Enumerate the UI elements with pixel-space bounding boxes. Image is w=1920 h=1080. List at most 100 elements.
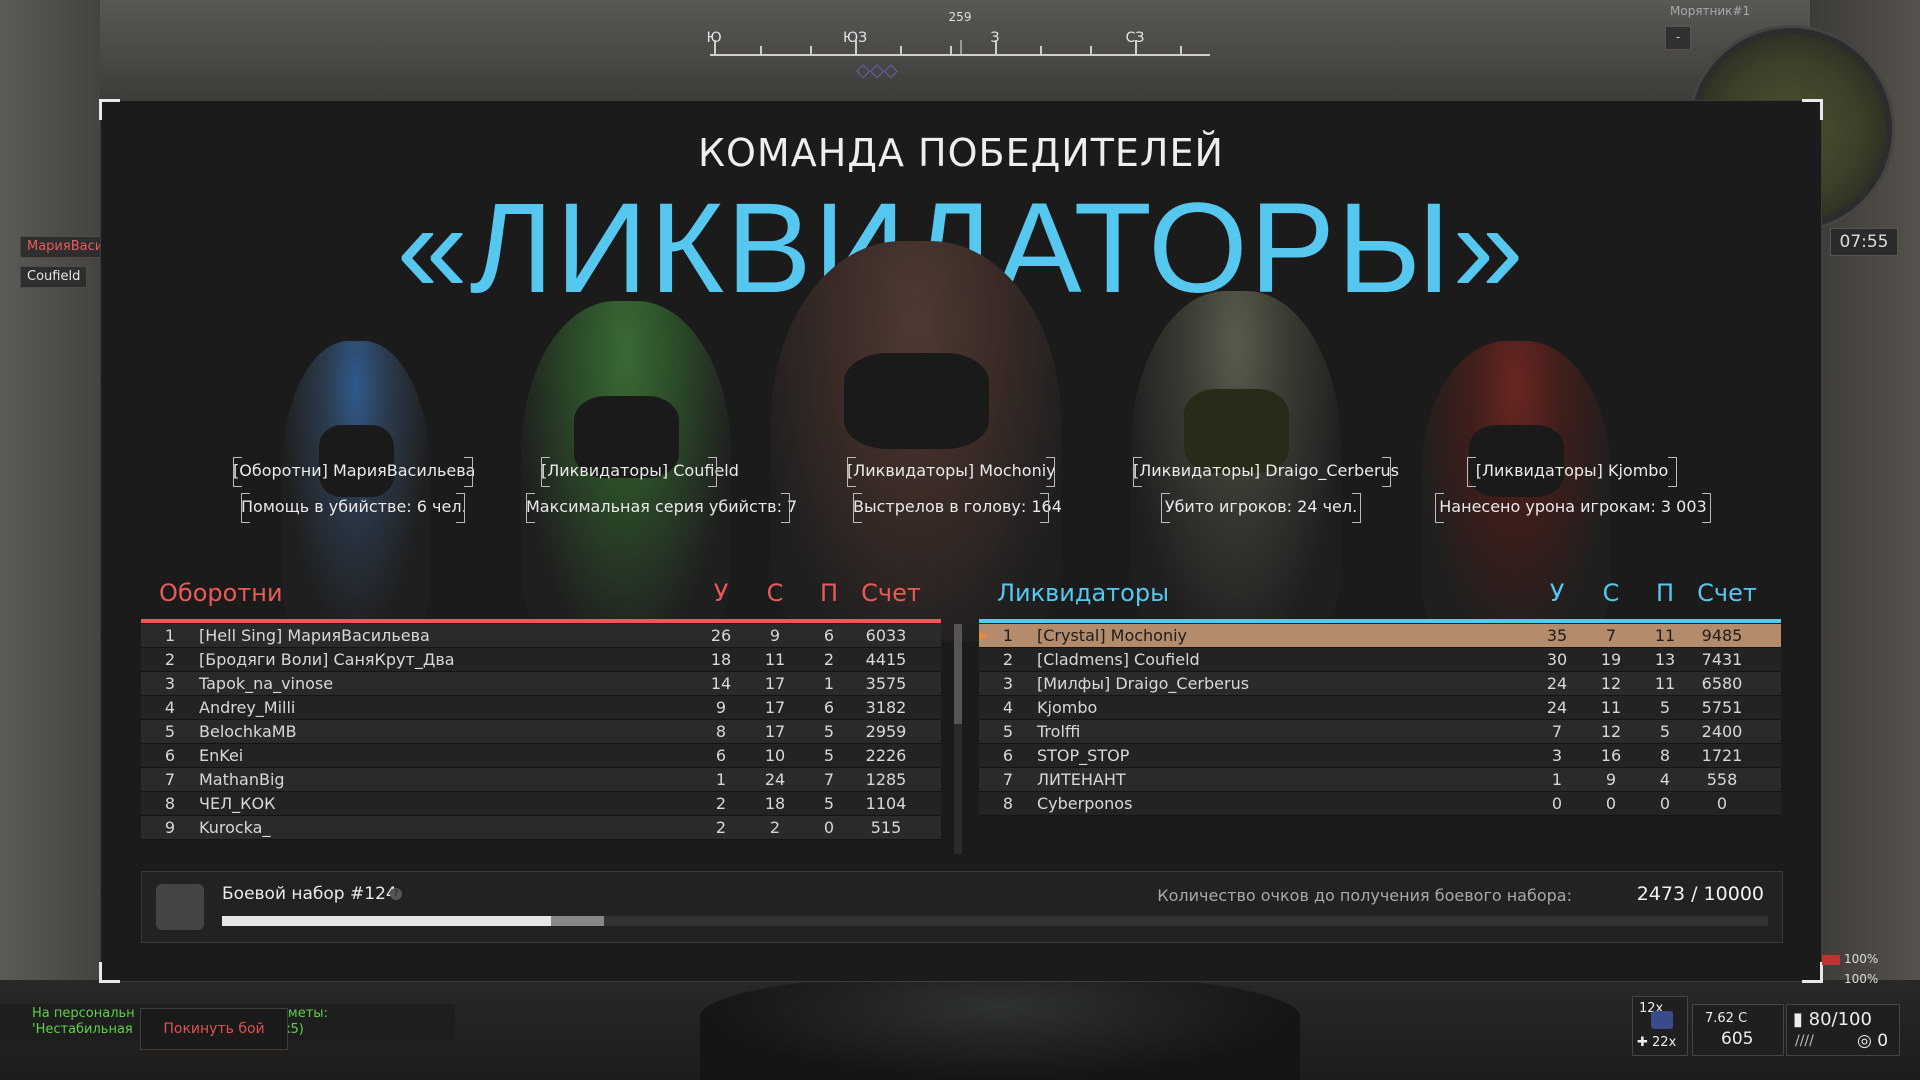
row-kills: 30 <box>1546 650 1568 669</box>
row-deaths: 17 <box>764 722 786 741</box>
table-row[interactable]: 4 Andrey_Milli 9 17 6 3182 <box>141 696 941 720</box>
table-row[interactable]: 3 [Милфы] Draigo_Cerberus 24 12 11 6580 <box>979 672 1781 696</box>
panel-corner <box>99 99 120 120</box>
col-header-deaths: С <box>766 579 784 607</box>
compass-heading-marker <box>960 40 962 54</box>
col-header-assists: П <box>819 579 839 607</box>
row-player-name: Cyberponos <box>1037 794 1133 813</box>
ammo-panel: 7.62 C 605 <box>1692 1004 1784 1056</box>
ammo-caliber: 7.62 C <box>1705 1011 1748 1026</box>
leave-battle-button[interactable]: Покинуть бой <box>140 1008 288 1050</box>
row-deaths: 17 <box>764 698 786 717</box>
team-left-table: 1 [Hell Sing] МарияВасильева 26 9 6 6033 2 [Бро… <box>141 624 941 840</box>
row-assists: 2 <box>823 650 835 669</box>
team-left-bar <box>141 619 941 623</box>
row-kills: 1 <box>715 770 727 789</box>
mvp-name: [Ликвидаторы] Draigo_Cerberus <box>1133 457 1399 487</box>
row-assists: 6 <box>823 626 835 645</box>
row-player-name: EnKei <box>199 746 244 765</box>
table-row[interactable]: 5 Trolffi 7 12 5 2400 <box>979 720 1781 744</box>
extra-value: 0 <box>1877 1031 1889 1051</box>
table-row[interactable]: 1 [Hell Sing] МарияВасильева 26 9 6 6033 <box>141 624 941 648</box>
player-status-panel: ▮ 80/100 //// ◎ 0 <box>1786 1004 1900 1056</box>
table-row[interactable]: 8 ЧЕЛ_КОК 2 18 5 1104 <box>141 792 941 816</box>
health-indicator: 100% <box>1822 972 1878 986</box>
extra-counter: ◎ 0 <box>1857 1031 1889 1051</box>
panel-corner <box>1802 99 1823 120</box>
player-tag-ally: Coufield <box>20 266 88 288</box>
medkit-count-value: 22x <box>1652 1035 1677 1050</box>
row-rank: 1 <box>1002 626 1014 645</box>
row-deaths: 7 <box>1605 626 1617 645</box>
row-kills: 2 <box>715 794 727 813</box>
compass-heading: 259 <box>948 10 972 24</box>
row-player-name: [Crystal] Mochoniy <box>1037 626 1188 645</box>
row-rank: 3 <box>164 674 176 693</box>
row-score: 3182 <box>865 698 907 717</box>
row-deaths: 19 <box>1600 650 1622 669</box>
row-deaths: 12 <box>1600 674 1622 693</box>
row-player-name: MathanBig <box>199 770 285 789</box>
table-row[interactable]: 2 [Бродяги Воли] СаняКрут_Два 18 11 2 4415 <box>141 648 941 672</box>
row-kills: 9 <box>715 698 727 717</box>
minimap-zoom-button[interactable]: - <box>1665 26 1691 50</box>
row-kills: 24 <box>1546 674 1568 693</box>
compass-tick <box>900 46 902 55</box>
table-row[interactable]: 2 [Cladmens] Coufield 30 19 13 7431 <box>979 648 1781 672</box>
row-rank: 8 <box>1002 794 1014 813</box>
row-rank: 7 <box>164 770 176 789</box>
table-row[interactable]: 6 STOP_STOP 3 16 8 1721 <box>979 744 1781 768</box>
player-tag-enemy: МарияВаси <box>20 236 111 258</box>
row-player-name: STOP_STOP <box>1037 746 1130 765</box>
row-deaths: 0 <box>1605 794 1617 813</box>
row-deaths: 11 <box>1600 698 1622 717</box>
row-score: 1104 <box>865 794 907 813</box>
table-row[interactable]: 1 [Crystal] Mochoniy 35 7 11 9485 ▶ <box>979 624 1781 648</box>
scrollbar-thumb[interactable] <box>954 624 962 724</box>
row-score: 2400 <box>1701 722 1743 741</box>
hp-value: 80/100 <box>1808 1009 1872 1030</box>
compass-tick <box>950 46 952 55</box>
winner-subtitle: КОМАНДА ПОБЕДИТЕЛЕЙ <box>698 131 1224 175</box>
table-row[interactable]: 9 Kurocka_ 2 2 0 515 <box>141 816 941 840</box>
col-header-score: Счет <box>1697 579 1757 607</box>
row-rank: 5 <box>164 722 176 741</box>
info-icon[interactable]: ? <box>390 888 402 900</box>
scoreboard-scrollbar[interactable] <box>954 624 962 854</box>
row-assists: 5 <box>1659 722 1671 741</box>
armor-value: 100% <box>1844 952 1879 966</box>
row-deaths: 16 <box>1600 746 1622 765</box>
row-assists: 5 <box>823 794 835 813</box>
row-assists: 4 <box>1659 770 1671 789</box>
minimap-player-name: Морятник#1 <box>1670 4 1751 18</box>
row-rank: 5 <box>1002 722 1014 741</box>
compass-tick <box>1040 46 1042 55</box>
row-rank: 2 <box>164 650 176 669</box>
table-row[interactable]: 8 Cyberponos 0 0 0 0 <box>979 792 1781 816</box>
row-assists: 5 <box>823 722 835 741</box>
row-kills: 18 <box>710 650 732 669</box>
armor-bar <box>1822 954 1840 965</box>
row-deaths: 9 <box>769 626 781 645</box>
row-assists: 0 <box>823 818 835 837</box>
row-kills: 24 <box>1546 698 1568 717</box>
table-row[interactable]: 7 MathanBig 1 24 7 1285 <box>141 768 941 792</box>
row-score: 6033 <box>865 626 907 645</box>
match-results-panel: КОМАНДА ПОБЕДИТЕЛЕЙ «ЛИКВИДАТОРЫ» [Оборо… <box>99 99 1823 983</box>
row-deaths: 9 <box>1605 770 1617 789</box>
table-row[interactable]: 5 BelochkaMB 8 17 5 2959 <box>141 720 941 744</box>
table-row[interactable]: 3 Tapok_na_vinose 14 17 1 3575 <box>141 672 941 696</box>
table-row[interactable]: 7 ЛИТЕНАНТ 1 9 4 558 <box>979 768 1781 792</box>
table-row[interactable]: 6 EnKei 6 10 5 2226 <box>141 744 941 768</box>
team-right-bar <box>979 619 1781 623</box>
col-header-deaths: С <box>1602 579 1620 607</box>
table-row[interactable]: 4 Kjombo 24 11 5 5751 <box>979 696 1781 720</box>
row-rank: 3 <box>1002 674 1014 693</box>
chat-line: На персональн <box>32 1006 135 1021</box>
hp-display: ▮ 80/100 <box>1793 1009 1872 1030</box>
row-score: 6580 <box>1701 674 1743 693</box>
row-rank: 6 <box>1002 746 1014 765</box>
row-rank: 1 <box>164 626 176 645</box>
row-kills: 1 <box>1551 770 1563 789</box>
row-assists: 8 <box>1659 746 1671 765</box>
